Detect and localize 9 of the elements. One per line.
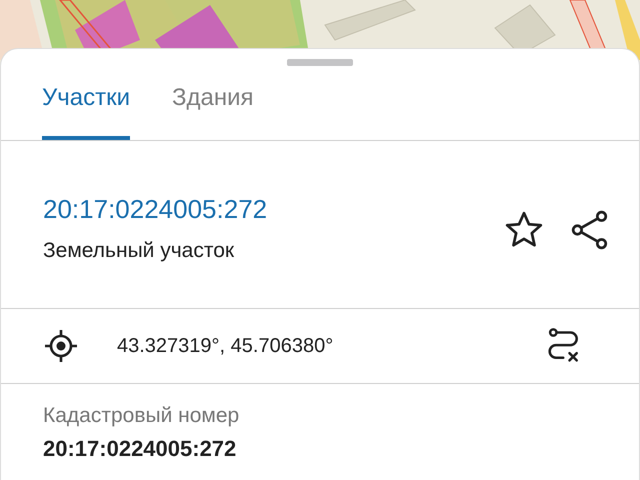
coordinates: 43.327319°, 45.706380° bbox=[117, 334, 334, 358]
location-target-icon[interactable] bbox=[43, 328, 79, 364]
parcel-type: Земельный участок bbox=[43, 239, 236, 263]
field-value: 20:17:0224005:272 bbox=[43, 436, 238, 462]
drag-handle[interactable] bbox=[287, 59, 353, 66]
tab[interactable]: Здания bbox=[172, 74, 254, 140]
cadastral-number-link[interactable]: 20:17:0224005:272 bbox=[43, 194, 479, 225]
field-label: Кадастровый номер bbox=[43, 404, 240, 428]
tab[interactable]: Участки bbox=[42, 74, 130, 140]
